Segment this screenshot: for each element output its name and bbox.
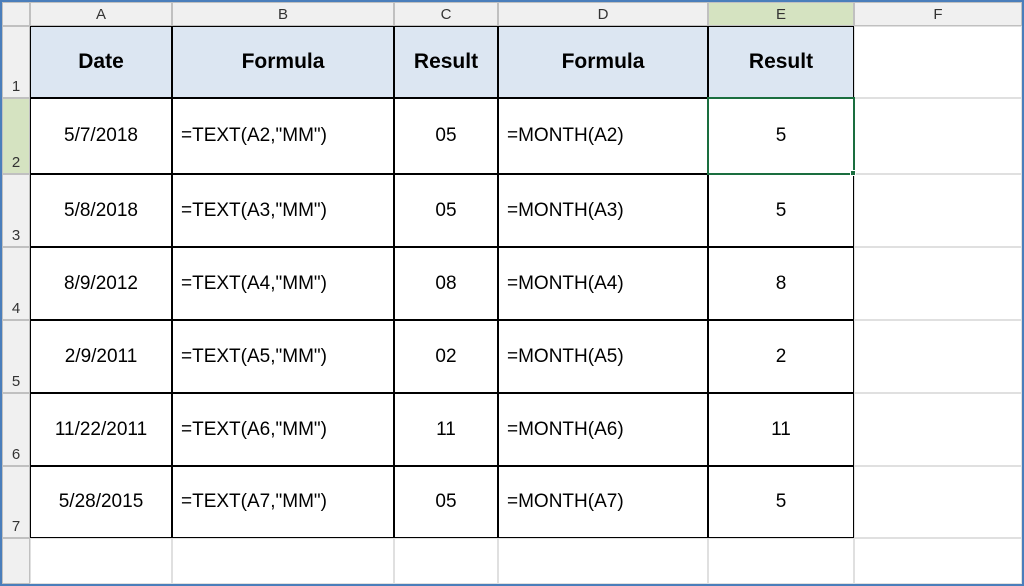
cell-result-e[interactable]: 11: [708, 393, 854, 466]
cell-result-e[interactable]: 8: [708, 247, 854, 320]
cell-result-c[interactable]: 05: [394, 174, 498, 247]
cell-formula-d[interactable]: =MONTH(A6): [498, 393, 708, 466]
cell-date[interactable]: 2/9/2011: [30, 320, 172, 393]
header-formula-b[interactable]: Formula: [172, 26, 394, 98]
cell-formula-d[interactable]: =MONTH(A7): [498, 466, 708, 538]
cell-F1[interactable]: [854, 26, 1022, 98]
row-header-7[interactable]: 7: [2, 466, 30, 538]
cell-F3[interactable]: [854, 174, 1022, 247]
cell-result-e[interactable]: 5: [708, 174, 854, 247]
cell-D8[interactable]: [498, 538, 708, 584]
col-header-E[interactable]: E: [708, 2, 854, 26]
cell-F6[interactable]: [854, 393, 1022, 466]
cell-result-c[interactable]: 02: [394, 320, 498, 393]
row-header-2[interactable]: 2: [2, 98, 30, 174]
cell-formula-d[interactable]: =MONTH(A2): [498, 98, 708, 174]
cell-F7[interactable]: [854, 466, 1022, 538]
cell-result-e[interactable]: 2: [708, 320, 854, 393]
row-header-5[interactable]: 5: [2, 320, 30, 393]
cell-date[interactable]: 5/7/2018: [30, 98, 172, 174]
cell-result-c[interactable]: 05: [394, 466, 498, 538]
cell-result-c[interactable]: 05: [394, 98, 498, 174]
cell-formula-b[interactable]: =TEXT(A3,"MM"): [172, 174, 394, 247]
cell-formula-b[interactable]: =TEXT(A5,"MM"): [172, 320, 394, 393]
cell-F8[interactable]: [854, 538, 1022, 584]
cell-formula-b[interactable]: =TEXT(A4,"MM"): [172, 247, 394, 320]
row-header-1[interactable]: 1: [2, 26, 30, 98]
row-header-8[interactable]: [2, 538, 30, 584]
cell-result-e-selected[interactable]: 5: [708, 98, 854, 174]
fill-handle[interactable]: [850, 170, 856, 176]
cell-formula-d[interactable]: =MONTH(A4): [498, 247, 708, 320]
col-header-F[interactable]: F: [854, 2, 1022, 26]
row-header-6[interactable]: 6: [2, 393, 30, 466]
cell-formula-d[interactable]: =MONTH(A3): [498, 174, 708, 247]
header-formula-d[interactable]: Formula: [498, 26, 708, 98]
cell-date[interactable]: 5/8/2018: [30, 174, 172, 247]
cell-F4[interactable]: [854, 247, 1022, 320]
cell-F2[interactable]: [854, 98, 1022, 174]
spreadsheet-grid: A B C D E F 1 Date Formula Result Formul…: [2, 2, 1022, 584]
cell-B8[interactable]: [172, 538, 394, 584]
cell-formula-d[interactable]: =MONTH(A5): [498, 320, 708, 393]
header-date[interactable]: Date: [30, 26, 172, 98]
col-header-B[interactable]: B: [172, 2, 394, 26]
col-header-C[interactable]: C: [394, 2, 498, 26]
cell-value: 5: [776, 125, 787, 147]
col-header-D[interactable]: D: [498, 2, 708, 26]
cell-date[interactable]: 5/28/2015: [30, 466, 172, 538]
col-header-A[interactable]: A: [30, 2, 172, 26]
cell-formula-b[interactable]: =TEXT(A2,"MM"): [172, 98, 394, 174]
row-header-4[interactable]: 4: [2, 247, 30, 320]
cell-result-c[interactable]: 08: [394, 247, 498, 320]
cell-date[interactable]: 8/9/2012: [30, 247, 172, 320]
cell-formula-b[interactable]: =TEXT(A7,"MM"): [172, 466, 394, 538]
cell-E8[interactable]: [708, 538, 854, 584]
header-result-e[interactable]: Result: [708, 26, 854, 98]
select-all-corner[interactable]: [2, 2, 30, 26]
cell-formula-b[interactable]: =TEXT(A6,"MM"): [172, 393, 394, 466]
cell-date[interactable]: 11/22/2011: [30, 393, 172, 466]
cell-A8[interactable]: [30, 538, 172, 584]
cell-C8[interactable]: [394, 538, 498, 584]
header-result-c[interactable]: Result: [394, 26, 498, 98]
cell-result-c[interactable]: 11: [394, 393, 498, 466]
cell-F5[interactable]: [854, 320, 1022, 393]
cell-result-e[interactable]: 5: [708, 466, 854, 538]
row-header-3[interactable]: 3: [2, 174, 30, 247]
